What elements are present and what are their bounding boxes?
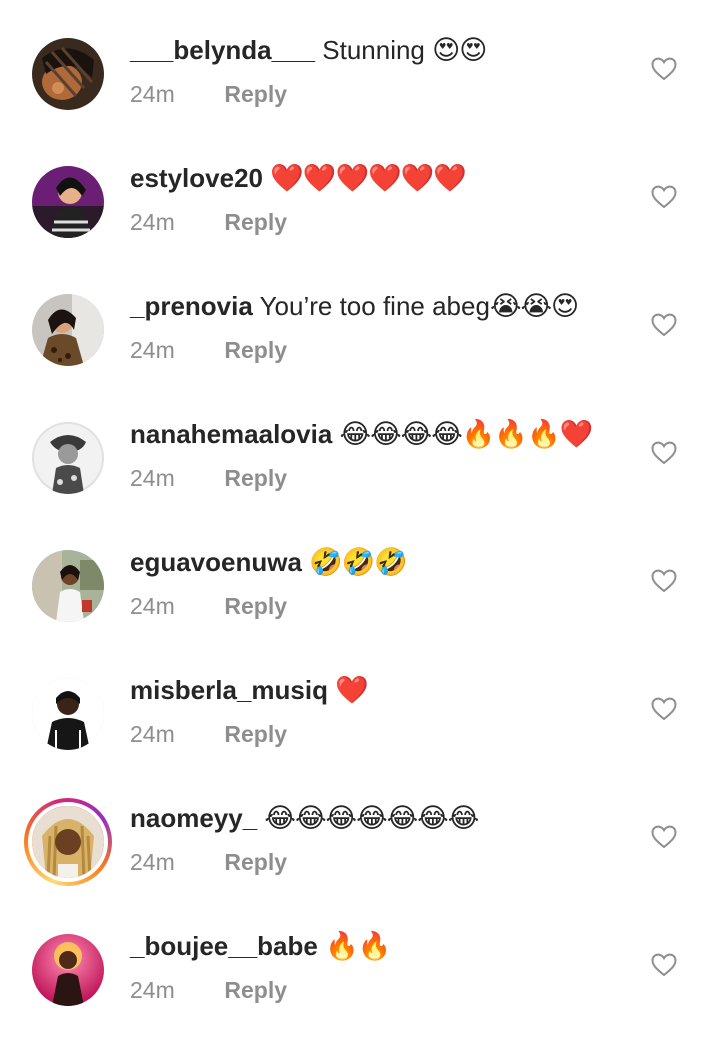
comment-username[interactable]: _prenovia <box>130 291 253 321</box>
avatar[interactable] <box>32 166 104 238</box>
reply-button[interactable]: Reply <box>224 465 287 491</box>
avatar[interactable] <box>32 678 104 750</box>
avatar[interactable] <box>32 422 104 494</box>
reply-button[interactable]: Reply <box>224 337 287 363</box>
comment-item: _boujee__babe 🔥🔥 24m Reply <box>0 896 720 1024</box>
comment-username[interactable]: nanahemaalovia <box>130 419 332 449</box>
heart-outline-icon[interactable] <box>651 441 677 465</box>
heart-outline-icon[interactable] <box>651 569 677 593</box>
comment-text: Stunning <box>322 35 425 65</box>
comment-item: eguavoenuwa 🤣🤣🤣 24m Reply <box>0 512 720 640</box>
comment-text: You’re too fine abeg <box>259 291 490 321</box>
comment-timestamp: 24m <box>130 81 175 107</box>
avatar[interactable] <box>32 934 104 1006</box>
comments-list: ___belynda___ Stunning 😍😍 24m Reply esty… <box>0 0 720 1044</box>
comment-item: nanahemaalovia 😂😂😂😂🔥🔥🔥❤️ 24m Reply <box>0 384 720 512</box>
comment-item: misberla_musiq ❤️ 24m Reply <box>0 640 720 768</box>
comment-username[interactable]: eguavoenuwa <box>130 547 302 577</box>
comment-emoji: ❤️❤️❤️❤️❤️❤️ <box>270 163 467 193</box>
comment-emoji: 😂😂😂😂🔥🔥🔥❤️ <box>339 419 594 449</box>
comment-username[interactable]: misberla_musiq <box>130 675 328 705</box>
comment-emoji: 😂😂😂😂😂😂😂 <box>264 803 479 833</box>
reply-button[interactable]: Reply <box>224 209 287 235</box>
comment-username[interactable]: ___belynda___ <box>130 35 315 65</box>
comment-timestamp: 24m <box>130 337 175 363</box>
comment-item: estylove20 ❤️❤️❤️❤️❤️❤️ 24m Reply <box>0 128 720 256</box>
comment-username[interactable]: naomeyy_ <box>130 803 257 833</box>
comment-emoji: 😭😭😍 <box>489 291 579 321</box>
comment-item: ___belynda___ Stunning 😍😍 24m Reply <box>0 0 720 128</box>
comment-username[interactable]: _boujee__babe <box>130 931 318 961</box>
comment-username[interactable]: estylove20 <box>130 163 263 193</box>
comment-timestamp: 24m <box>130 849 175 875</box>
comment-emoji: 😍😍 <box>432 35 487 65</box>
reply-button[interactable]: Reply <box>224 977 287 1003</box>
reply-button[interactable]: Reply <box>224 593 287 619</box>
avatar[interactable] <box>32 550 104 622</box>
heart-outline-icon[interactable] <box>651 825 677 849</box>
comment-timestamp: 24m <box>130 593 175 619</box>
avatar[interactable] <box>32 38 104 110</box>
heart-outline-icon[interactable] <box>651 953 677 977</box>
comment-timestamp: 24m <box>130 209 175 235</box>
comment-emoji: ❤️ <box>335 675 369 705</box>
comment-emoji: 🔥🔥 <box>325 931 391 961</box>
reply-button[interactable]: Reply <box>224 721 287 747</box>
comment-item: naomeyy_ 😂😂😂😂😂😂😂 24m Reply <box>0 768 720 896</box>
comment-timestamp: 24m <box>130 977 175 1003</box>
comment-emoji: 🤣🤣🤣 <box>309 547 408 577</box>
comment-timestamp: 24m <box>130 465 175 491</box>
avatar[interactable] <box>32 294 104 366</box>
heart-outline-icon[interactable] <box>651 57 677 81</box>
reply-button[interactable]: Reply <box>224 849 287 875</box>
heart-outline-icon[interactable] <box>651 697 677 721</box>
comment-timestamp: 24m <box>130 721 175 747</box>
heart-outline-icon[interactable] <box>651 185 677 209</box>
comment-item: _prenovia You’re too fine abeg😭😭😍 24m Re… <box>0 256 720 384</box>
avatar-story-ring[interactable] <box>24 798 112 886</box>
reply-button[interactable]: Reply <box>224 81 287 107</box>
heart-outline-icon[interactable] <box>651 313 677 337</box>
